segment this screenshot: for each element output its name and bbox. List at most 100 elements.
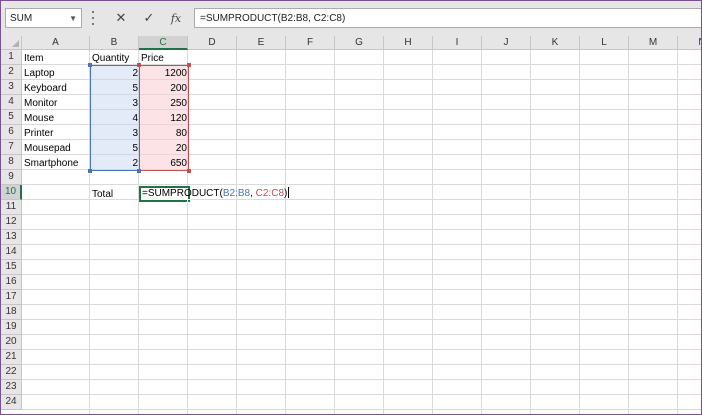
cell-a5[interactable]: Mouse xyxy=(22,111,56,126)
column-header-e[interactable]: E xyxy=(237,36,286,50)
row-header-14[interactable]: 14 xyxy=(1,245,22,260)
row-header-8[interactable]: 8 xyxy=(1,155,22,170)
cell-c2[interactable]: 1200 xyxy=(139,66,189,81)
cell-a1[interactable]: Item xyxy=(22,51,45,66)
name-box-value: SUM xyxy=(10,12,33,24)
column-header-g[interactable]: G xyxy=(335,36,384,50)
row-header-24[interactable]: 24 xyxy=(1,395,22,410)
cell-a7[interactable]: Mousepad xyxy=(22,141,73,156)
gridline-horizontal xyxy=(22,379,701,380)
formula-suffix: ) xyxy=(284,188,288,199)
row-header-18[interactable]: 18 xyxy=(1,305,22,320)
gridline-vertical xyxy=(334,50,335,414)
cell-c3[interactable]: 200 xyxy=(139,81,189,96)
gridline-vertical xyxy=(383,50,384,414)
gridline-vertical xyxy=(481,50,482,414)
cell-b10[interactable]: Total xyxy=(90,187,115,202)
row-header-3[interactable]: 3 xyxy=(1,80,22,95)
column-header-i[interactable]: I xyxy=(433,36,482,50)
row-header-11[interactable]: 11 xyxy=(1,200,22,215)
formula-ref-b: B2:B8 xyxy=(222,188,251,199)
insert-function-button[interactable]: fx xyxy=(167,9,185,27)
gridline-horizontal xyxy=(22,334,701,335)
column-header-d[interactable]: D xyxy=(188,36,237,50)
cell-c5[interactable]: 120 xyxy=(139,111,189,126)
column-header-l[interactable]: L xyxy=(580,36,629,50)
row-header-7[interactable]: 7 xyxy=(1,140,22,155)
column-header-m[interactable]: M xyxy=(629,36,678,50)
cell-b7[interactable]: 5 xyxy=(90,141,140,156)
excel-window: SUM ▼ ✕ ✓ fx =SUMPRODUCT(B2:B8, C2:C8) A… xyxy=(0,0,702,415)
cell-a3[interactable]: Keyboard xyxy=(22,81,69,96)
gridline-vertical xyxy=(432,50,433,414)
row-header-5[interactable]: 5 xyxy=(1,110,22,125)
row-header-1[interactable]: 1 xyxy=(1,50,22,65)
column-header-a[interactable]: A xyxy=(22,36,90,50)
formula-input[interactable]: =SUMPRODUCT(B2:B8, C2:C8) xyxy=(194,8,701,28)
row-header-9[interactable]: 9 xyxy=(1,170,22,185)
row-header-2[interactable]: 2 xyxy=(1,65,22,80)
cell-a8[interactable]: Smartphone xyxy=(22,156,80,171)
column-header-h[interactable]: H xyxy=(384,36,433,50)
gridline-vertical xyxy=(530,50,531,414)
cell-b5[interactable]: 4 xyxy=(90,111,140,126)
column-header-b[interactable]: B xyxy=(90,36,139,50)
gridline-vertical xyxy=(677,50,678,414)
gridline-vertical xyxy=(579,50,580,414)
cell-c4[interactable]: 250 xyxy=(139,96,189,111)
row-header-10[interactable]: 10 xyxy=(1,185,22,200)
gridline-horizontal xyxy=(22,319,701,320)
row-header-13[interactable]: 13 xyxy=(1,230,22,245)
cell-c8[interactable]: 650 xyxy=(139,156,189,171)
drag-handle-icon[interactable] xyxy=(92,11,94,25)
cell-a4[interactable]: Monitor xyxy=(22,96,59,111)
column-header-k[interactable]: K xyxy=(531,36,580,50)
cell-b2[interactable]: 2 xyxy=(90,66,140,81)
row-header-17[interactable]: 17 xyxy=(1,290,22,305)
check-icon[interactable]: ✓ xyxy=(140,9,158,27)
cell-c6[interactable]: 80 xyxy=(139,126,189,141)
cell-b3[interactable]: 5 xyxy=(90,81,140,96)
row-header-20[interactable]: 20 xyxy=(1,335,22,350)
row-header-12[interactable]: 12 xyxy=(1,215,22,230)
gridline-horizontal xyxy=(22,229,701,230)
row-header-21[interactable]: 21 xyxy=(1,350,22,365)
cell-c1[interactable]: Price xyxy=(139,51,166,66)
row-header-15[interactable]: 15 xyxy=(1,260,22,275)
cell-b6[interactable]: 3 xyxy=(90,126,140,141)
cell-c7[interactable]: 20 xyxy=(139,141,189,156)
row-header-16[interactable]: 16 xyxy=(1,275,22,290)
gridline-horizontal xyxy=(22,349,701,350)
row-header-6[interactable]: 6 xyxy=(1,125,22,140)
gridline-horizontal xyxy=(22,409,701,410)
cell-b1[interactable]: Quantity xyxy=(90,51,131,66)
gridline-horizontal xyxy=(22,199,701,200)
row-header-19[interactable]: 19 xyxy=(1,320,22,335)
close-icon[interactable]: ✕ xyxy=(112,9,130,27)
gridline-horizontal xyxy=(22,259,701,260)
row-header-22[interactable]: 22 xyxy=(1,365,22,380)
cell-b8[interactable]: 2 xyxy=(90,156,140,171)
column-header-f[interactable]: F xyxy=(286,36,335,50)
column-header-n[interactable]: N xyxy=(678,36,701,50)
gridline-horizontal xyxy=(22,304,701,305)
formula-ref-c: C2:C8 xyxy=(255,188,285,199)
chevron-down-icon[interactable]: ▼ xyxy=(69,14,77,23)
gridline-horizontal xyxy=(22,394,701,395)
gridline-horizontal xyxy=(22,289,701,290)
cell-c10-editing[interactable]: =SUMPRODUCT(B2:B8, C2:C8) xyxy=(142,187,290,202)
text-cursor xyxy=(288,187,290,198)
row-header-4[interactable]: 4 xyxy=(1,95,22,110)
row-header-23[interactable]: 23 xyxy=(1,380,22,395)
gridline-horizontal xyxy=(22,214,701,215)
cell-a6[interactable]: Printer xyxy=(22,126,55,141)
cell-b4[interactable]: 3 xyxy=(90,96,140,111)
gridline-vertical xyxy=(236,50,237,414)
spreadsheet-grid[interactable]: ABCDEFGHIJKLMN 1234567891011121314151617… xyxy=(1,36,701,414)
cell-a2[interactable]: Laptop xyxy=(22,66,57,81)
column-header-c[interactable]: C xyxy=(139,36,188,50)
name-box[interactable]: SUM ▼ xyxy=(5,8,82,28)
column-header-j[interactable]: J xyxy=(482,36,531,50)
select-all-button[interactable] xyxy=(1,36,22,50)
gridline-horizontal xyxy=(22,184,701,185)
